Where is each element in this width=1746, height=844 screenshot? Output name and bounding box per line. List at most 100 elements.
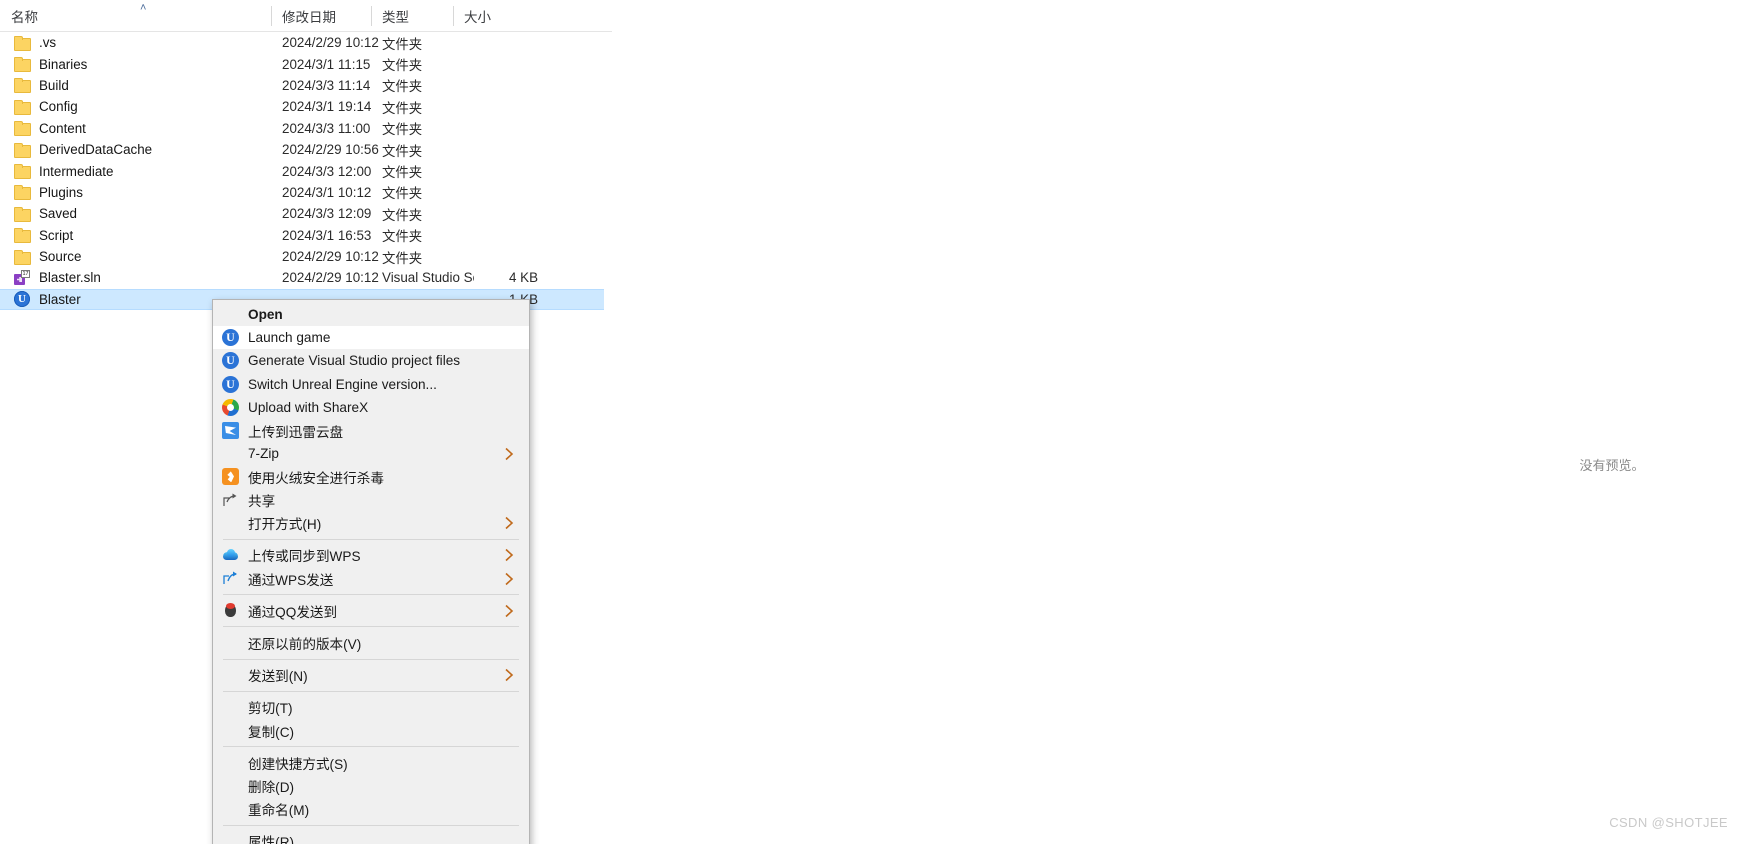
- folder-icon: [14, 99, 31, 115]
- file-date: 2024/3/3 11:14: [282, 77, 371, 93]
- sharex-icon: [222, 398, 239, 416]
- file-row[interactable]: Build 2024/3/3 11:14 文件夹: [0, 75, 612, 96]
- menu-item-label: 剪切(T): [248, 701, 293, 717]
- file-type: 文件夹: [382, 229, 423, 245]
- menu-item-label: 使用火绒安全进行杀毒: [248, 470, 384, 486]
- menu-item[interactable]: 上传或同步到WPS: [213, 544, 529, 567]
- file-row-name-cell: Source: [0, 249, 282, 265]
- menu-item[interactable]: 剪切(T): [213, 696, 529, 719]
- column-header-type[interactable]: 类型: [371, 0, 453, 32]
- file-name: Script: [39, 227, 74, 243]
- file-row[interactable]: Source 2024/2/29 10:12 文件夹: [0, 246, 612, 267]
- menu-item[interactable]: 发送到(N): [213, 664, 529, 687]
- menu-item[interactable]: Switch Unreal Engine version...: [213, 373, 529, 396]
- folder-icon: [14, 35, 31, 51]
- file-name: Blaster.sln: [39, 270, 101, 286]
- file-row-name-cell: Saved: [0, 206, 282, 222]
- unreal-engine-icon: [222, 329, 239, 347]
- menu-item-icon-placeholder: [222, 754, 239, 771]
- file-row[interactable]: Script 2024/3/1 16:53 文件夹: [0, 225, 612, 246]
- explorer-window: 名称 ˄ 修改日期 类型 大小 .vs 2024/2/29 10:12 文件夹 Bin…: [0, 0, 1746, 844]
- menu-item[interactable]: 使用火绒安全进行杀毒: [213, 465, 529, 488]
- menu-item-label: 还原以前的版本(V): [248, 637, 362, 653]
- menu-item[interactable]: 属性(R): [213, 830, 529, 844]
- file-date: 2024/3/1 10:12: [282, 184, 372, 200]
- watermark: CSDN @SHOTJEE: [1609, 815, 1728, 830]
- column-header-name-label: 名称: [11, 9, 38, 25]
- folder-icon: [14, 206, 31, 222]
- menu-item[interactable]: 通过QQ发送到: [213, 599, 529, 622]
- menu-item-icon-placeholder: [222, 306, 239, 323]
- menu-item[interactable]: 删除(D): [213, 774, 529, 797]
- file-type: 文件夹: [382, 207, 423, 223]
- file-row[interactable]: Binaries 2024/3/1 11:15 文件夹: [0, 53, 612, 74]
- menu-item[interactable]: 上传到迅雷云盘: [213, 419, 529, 442]
- context-menu[interactable]: Open Launch game Generate Visual Studio pr…: [212, 299, 530, 844]
- menu-item-icon-placeholder: [222, 699, 239, 716]
- file-type: 文件夹: [382, 58, 423, 74]
- chevron-right-icon: [504, 549, 515, 562]
- column-header-size-label: 大小: [464, 9, 491, 25]
- menu-item-label: Open: [248, 307, 283, 323]
- file-name: Blaster: [39, 291, 81, 307]
- column-header-date[interactable]: 修改日期: [271, 0, 371, 32]
- file-row-name-cell: 17 Blaster.sln: [0, 269, 282, 286]
- file-row-name-cell: Binaries: [0, 56, 282, 73]
- menu-item[interactable]: Open: [213, 303, 529, 326]
- menu-item-label: 通过WPS发送: [248, 572, 334, 588]
- file-type: 文件夹: [382, 100, 423, 116]
- menu-item[interactable]: Generate Visual Studio project files: [213, 349, 529, 372]
- file-row-name-cell: Script: [0, 227, 282, 244]
- menu-separator: [223, 594, 519, 596]
- file-row[interactable]: Intermediate 2024/3/3 12:00 文件夹: [0, 160, 612, 181]
- visual-studio-icon: 17: [14, 269, 30, 286]
- menu-item-label: 发送到(N): [248, 669, 308, 685]
- file-row[interactable]: Config 2024/3/1 19:14 文件夹: [0, 96, 612, 117]
- menu-item-label: 共享: [248, 494, 276, 510]
- menu-item-icon-placeholder: [222, 722, 239, 739]
- column-header-size[interactable]: 大小: [453, 0, 525, 32]
- file-type: 文件夹: [382, 36, 423, 52]
- menu-item-icon-placeholder: [222, 777, 239, 794]
- menu-item[interactable]: 复制(C): [213, 719, 529, 742]
- file-row[interactable]: Saved 2024/3/3 12:09 文件夹: [0, 203, 612, 224]
- menu-item-label: 7-Zip: [248, 446, 279, 462]
- file-rows: .vs 2024/2/29 10:12 文件夹 Binaries 2024/3/1 11…: [0, 32, 612, 311]
- file-row[interactable]: DerivedDataCache 2024/2/29 10:56 文件夹: [0, 139, 612, 160]
- file-row[interactable]: Plugins 2024/3/1 10:12 文件夹: [0, 182, 612, 203]
- file-date: 2024/2/29 10:12: [282, 249, 379, 265]
- file-name: Source: [39, 249, 82, 265]
- menu-item-label: 通过QQ发送到: [248, 604, 338, 620]
- menu-item[interactable]: 还原以前的版本(V): [213, 631, 529, 654]
- menu-item-label: 上传到迅雷云盘: [248, 424, 344, 440]
- folder-icon: [14, 77, 31, 94]
- wps-send-icon: [222, 570, 239, 587]
- column-headers: 名称 ˄ 修改日期 类型 大小: [0, 0, 612, 32]
- unreal-engine-icon: [222, 352, 239, 370]
- xunlei-icon: [222, 422, 239, 440]
- sort-ascending-icon: ˄: [140, 1, 147, 14]
- menu-item[interactable]: Upload with ShareX: [213, 396, 529, 419]
- menu-item[interactable]: 7-Zip: [213, 442, 529, 465]
- file-row[interactable]: .vs 2024/2/29 10:12 文件夹: [0, 32, 612, 53]
- file-name: Intermediate: [39, 163, 114, 179]
- menu-item[interactable]: 打开方式(H): [213, 512, 529, 535]
- menu-item[interactable]: 重命名(M): [213, 798, 529, 821]
- column-header-name[interactable]: 名称 ˄: [0, 0, 271, 32]
- menu-separator: [223, 690, 519, 692]
- file-row-name-cell: .vs: [0, 35, 282, 51]
- file-row[interactable]: 17 Blaster.sln 2024/2/29 10:12 Visual Studi…: [0, 267, 612, 288]
- file-row-name-cell: Config: [0, 99, 282, 115]
- menu-item[interactable]: 通过WPS发送: [213, 567, 529, 590]
- file-row[interactable]: Content 2024/3/3 11:00 文件夹: [0, 118, 612, 139]
- menu-item-label: Upload with ShareX: [248, 399, 369, 415]
- menu-item-label: Launch game: [248, 330, 331, 346]
- menu-item[interactable]: 共享: [213, 489, 529, 512]
- file-row-name-cell: Build: [0, 77, 282, 94]
- file-type: 文件夹: [382, 122, 423, 138]
- menu-item-icon-placeholder: [222, 667, 239, 684]
- file-date: 2024/3/3 12:09: [282, 206, 372, 222]
- file-name: .vs: [39, 35, 57, 51]
- menu-item[interactable]: Launch game: [213, 326, 529, 350]
- menu-item[interactable]: 创建快捷方式(S): [213, 751, 529, 774]
